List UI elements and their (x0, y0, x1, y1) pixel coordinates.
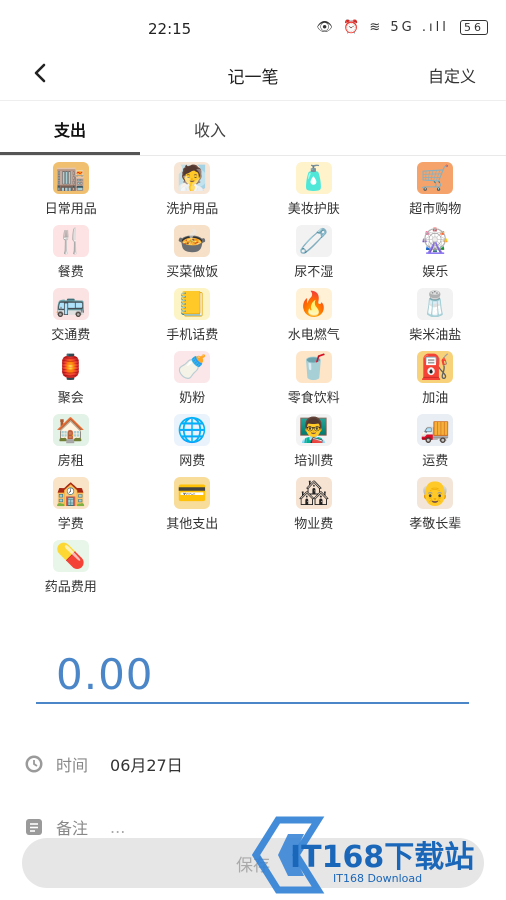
category-item[interactable]: 🧷 尿不湿 (253, 225, 375, 288)
category-icon: 🏬 (52, 162, 89, 194)
category-item[interactable]: 🍼 奶粉 (132, 351, 254, 414)
category-label: 学费 (57, 517, 84, 532)
status-bar: 22:15 👁 ⏰ ≋ 5G .ıll 56 (0, 0, 506, 56)
category-label: 日常用品 (44, 202, 97, 217)
category-item[interactable]: 📒 手机话费 (132, 288, 254, 351)
category-icon: 🍴 (52, 225, 89, 257)
category-label: 超市购物 (409, 202, 462, 217)
category-item[interactable]: 👨‍🏫 培训费 (253, 414, 375, 477)
category-label: 美妆护肤 (287, 202, 340, 217)
category-item[interactable]: 🛒 超市购物 (375, 162, 497, 225)
category-label: 水电燃气 (287, 328, 340, 343)
category-label: 尿不湿 (294, 265, 334, 280)
category-icon: 🧷 (295, 225, 332, 257)
category-item[interactable]: 🏬 日常用品 (10, 162, 132, 225)
category-icon: 🧖 (174, 162, 211, 194)
category-label: 加油 (422, 391, 449, 406)
category-label: 零食饮料 (287, 391, 340, 406)
category-label: 柴米油盐 (409, 328, 462, 343)
watermark-sub: IT168 Download (333, 872, 423, 885)
category-icon: 🎡 (417, 225, 454, 257)
category-item[interactable]: 🍴 餐费 (10, 225, 132, 288)
time-row[interactable]: 时间 06月27日 (24, 752, 183, 776)
category-icon: ⛽ (417, 351, 454, 383)
status-time: 22:15 (148, 20, 192, 38)
battery-icon: 56 (460, 20, 488, 35)
category-item[interactable]: 🏫 学费 (10, 477, 132, 540)
category-label: 交通费 (51, 328, 91, 343)
category-icon: 🍼 (174, 351, 211, 383)
tab-expense[interactable]: 支出 (0, 117, 140, 141)
category-icon: 🧴 (295, 162, 332, 194)
category-label: 药品费用 (44, 580, 97, 595)
category-label: 孝敬长辈 (409, 517, 462, 532)
time-value: 06月27日 (110, 756, 183, 775)
category-grid: 🏬 日常用品 🧖 洗护用品 🧴 美妆护肤 🛒 超市购物 🍴 餐费 🍲 买菜做饭 🧷 尿不湿 🎡 娱乐 🚌 交通费 📒… (10, 162, 496, 603)
category-item[interactable]: 🏠 房租 (10, 414, 132, 477)
category-label: 聚会 (57, 391, 84, 406)
category-label: 奶粉 (179, 391, 206, 406)
category-item[interactable]: 💊 药品费用 (10, 540, 132, 603)
category-icon: 💊 (52, 540, 89, 572)
category-item[interactable]: 👴 孝敬长辈 (375, 477, 497, 540)
category-label: 培训费 (294, 454, 334, 469)
category-icon: 🏮 (52, 351, 89, 383)
custom-button[interactable]: 自定义 (428, 63, 476, 87)
category-icon: 🚚 (417, 414, 454, 446)
amount-underline (36, 702, 469, 704)
time-label: 时间 (56, 756, 89, 775)
tab-income[interactable]: 收入 (140, 117, 280, 141)
category-icon: 🚌 (52, 288, 89, 320)
category-item[interactable]: 🚌 交通费 (10, 288, 132, 351)
category-item[interactable]: 🧂 柴米油盐 (375, 288, 497, 351)
category-icon: 🔥 (295, 288, 332, 320)
category-item[interactable]: 💳 其他支出 (132, 477, 254, 540)
category-icon: 🥤 (295, 351, 332, 383)
category-icon: 🌐 (174, 414, 211, 446)
category-label: 房租 (57, 454, 84, 469)
status-icons: 👁 ⏰ ≋ 5G .ıll 56 (316, 20, 488, 35)
tab-bar: 支出 收入 (0, 100, 506, 156)
category-label: 洗护用品 (166, 202, 219, 217)
category-item[interactable]: 🥤 零食饮料 (253, 351, 375, 414)
category-label: 其他支出 (166, 517, 219, 532)
category-icon: 🍲 (174, 225, 211, 257)
category-icon: 🏠 (52, 414, 89, 446)
amount-display[interactable]: 0.00 (56, 650, 154, 699)
category-icon: 📒 (174, 288, 211, 320)
category-label: 手机话费 (166, 328, 219, 343)
category-label: 运费 (422, 454, 449, 469)
category-item[interactable]: 🚚 运费 (375, 414, 497, 477)
category-label: 娱乐 (422, 265, 449, 280)
category-icon: 🏘 (295, 477, 332, 509)
category-item[interactable]: 🍲 买菜做饭 (132, 225, 254, 288)
category-item[interactable]: 🔥 水电燃气 (253, 288, 375, 351)
category-item[interactable]: 🧴 美妆护肤 (253, 162, 375, 225)
clock-icon (25, 755, 43, 773)
note-placeholder[interactable]: ... (110, 818, 125, 837)
status-indicators: 👁 ⏰ ≋ 5G .ıll (316, 20, 449, 35)
tab-indicator (0, 152, 140, 155)
category-item[interactable]: 🎡 娱乐 (375, 225, 497, 288)
watermark-brand: IT168下载站 (290, 840, 475, 875)
category-item[interactable]: 🌐 网费 (132, 414, 254, 477)
category-item[interactable]: 🧖 洗护用品 (132, 162, 254, 225)
note-icon (26, 819, 42, 835)
note-row[interactable]: 备注 ... (24, 815, 125, 839)
category-label: 买菜做饭 (166, 265, 219, 280)
category-icon: 👨‍🏫 (295, 414, 332, 446)
navbar: 记一笔 自定义 (0, 50, 506, 98)
category-icon: 🏫 (52, 477, 89, 509)
category-label: 餐费 (57, 265, 84, 280)
category-label: 网费 (179, 454, 206, 469)
category-icon: 🛒 (417, 162, 454, 194)
category-icon: 💳 (174, 477, 211, 509)
category-icon: 👴 (417, 477, 454, 509)
category-item[interactable]: ⛽ 加油 (375, 351, 497, 414)
category-item[interactable]: 🏘 物业费 (253, 477, 375, 540)
category-icon: 🧂 (417, 288, 454, 320)
category-item[interactable]: 🏮 聚会 (10, 351, 132, 414)
category-label: 物业费 (294, 517, 334, 532)
note-label: 备注 (56, 819, 89, 838)
